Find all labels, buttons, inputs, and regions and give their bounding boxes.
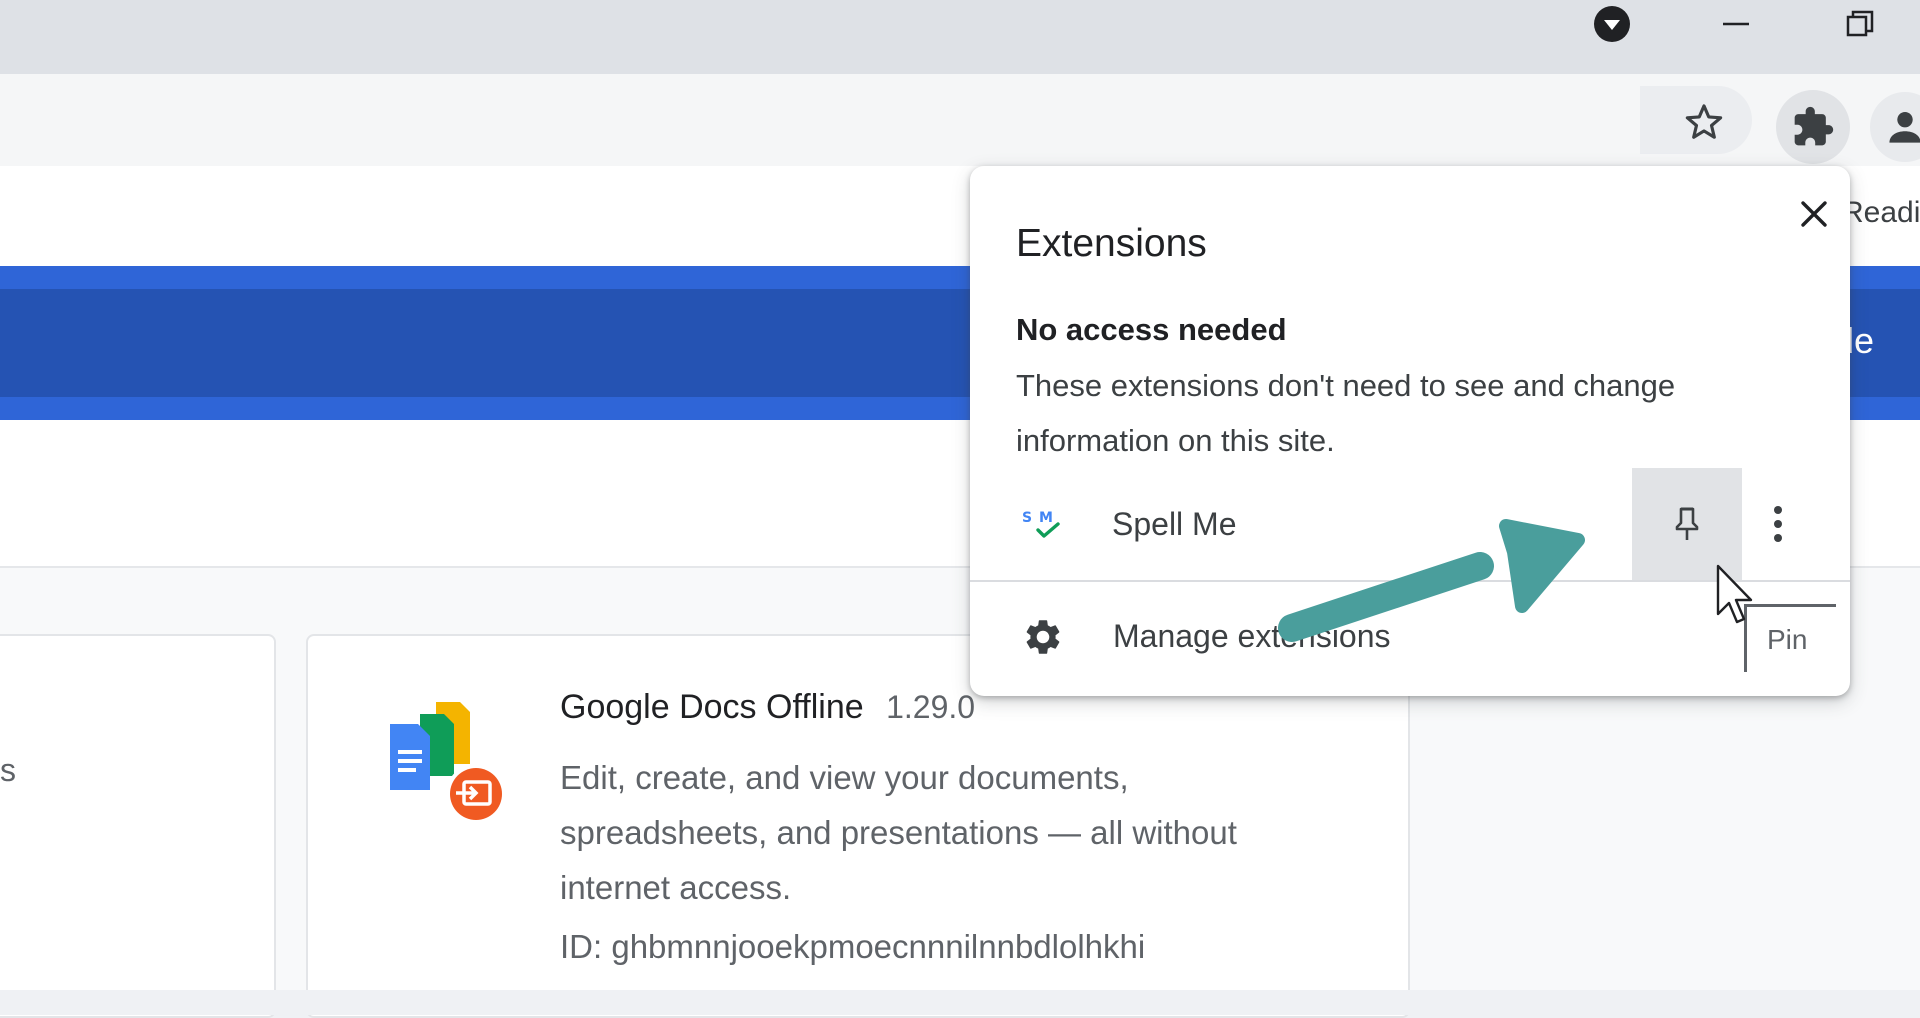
manage-extensions-button[interactable]: Manage extensions: [970, 582, 1850, 696]
section-heading: No access needed: [1016, 312, 1287, 347]
more-vert-icon: [1774, 506, 1782, 542]
account-button[interactable]: [1870, 92, 1920, 162]
puzzle-icon: [1794, 106, 1834, 146]
extension-name-row: Google Docs Offline 1.29.0: [560, 688, 975, 727]
svg-text:S: S: [1022, 510, 1032, 526]
window-titlebar: [0, 0, 1920, 74]
reading-list-button[interactable]: Readi: [1842, 196, 1920, 230]
google-docs-offline-icon: [390, 702, 506, 824]
minimize-button[interactable]: [1706, 0, 1766, 48]
restore-button[interactable]: [1830, 0, 1890, 48]
extension-more-button[interactable]: [1750, 496, 1806, 552]
extension-card-left: s: [0, 634, 276, 1018]
account-icon: [1889, 111, 1920, 143]
star-icon: [1685, 104, 1723, 139]
extension-name: Google Docs Offline: [560, 688, 864, 726]
pin-tooltip: Pin: [1744, 604, 1836, 672]
popup-close-button[interactable]: [1790, 190, 1838, 238]
pin-button[interactable]: [1632, 468, 1742, 580]
extension-description: Edit, create, and view your documents, s…: [560, 759, 1237, 906]
popup-title: Extensions: [1016, 222, 1207, 265]
close-icon: [1801, 201, 1827, 227]
profile-menu-icon: [1594, 6, 1630, 42]
manage-extensions-label: Manage extensions: [1113, 618, 1391, 654]
bookmark-star-button[interactable]: [1680, 98, 1728, 146]
profile-menu-button[interactable]: [1584, 0, 1640, 48]
spell-me-icon: S M: [1022, 510, 1060, 538]
section-description: These extensions don't need to see and c…: [1016, 368, 1676, 458]
extension-version: 1.29.0: [886, 689, 976, 725]
svg-text:M: M: [1039, 510, 1053, 526]
extensions-popup: Extensions No access needed These extens…: [970, 166, 1850, 696]
extension-item-spell-me[interactable]: S M Spell Me: [970, 468, 1850, 580]
gear-icon: [1026, 620, 1060, 654]
extension-card-left-text: s: [0, 752, 16, 788]
pin-icon: [1675, 507, 1699, 540]
extensions-button[interactable]: [1776, 90, 1850, 164]
extension-item-name: Spell Me: [1112, 506, 1237, 542]
minimize-icon: [1723, 22, 1749, 26]
restore-icon: [1846, 10, 1874, 37]
extension-id: ID: ghbmnnjooekpmoecnnnilnnbdlolhkhi: [560, 928, 1146, 965]
page-bottom-strip: [0, 990, 1920, 1015]
browser-toolbar: [0, 74, 1920, 166]
